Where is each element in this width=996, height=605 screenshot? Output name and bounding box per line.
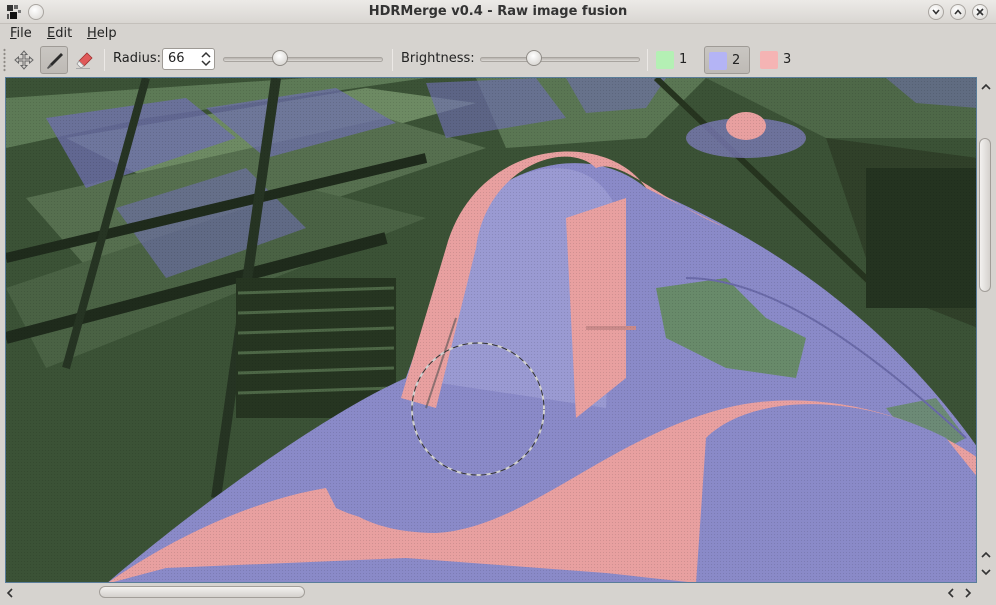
minimize-button[interactable] [928, 4, 944, 20]
close-icon [976, 8, 984, 16]
scroll-up-icon[interactable] [978, 79, 994, 95]
scroll-up-icon[interactable] [978, 547, 994, 563]
slider-groove [223, 57, 383, 62]
toolbar-separator [392, 49, 393, 71]
horizontal-scroll-thumb[interactable] [99, 586, 305, 598]
scrollbar-corner [977, 584, 996, 605]
menu-help[interactable]: Help [87, 26, 117, 41]
image-viewport[interactable] [5, 77, 977, 583]
layer-3-button[interactable]: 3 [756, 46, 798, 74]
scroll-left-icon[interactable] [943, 585, 959, 601]
slider-knob[interactable] [526, 50, 542, 66]
menu-edit[interactable]: Edit [47, 26, 72, 41]
vertical-scrollbar[interactable] [977, 77, 995, 583]
maximize-button[interactable] [950, 4, 966, 20]
eraser-icon [76, 52, 93, 69]
chevron-up-icon [954, 9, 962, 15]
spin-arrows-icon[interactable] [200, 50, 212, 68]
toolbar-separator [647, 49, 648, 71]
close-button[interactable] [972, 4, 988, 20]
menu-bar: File Edit Help [0, 24, 996, 44]
radius-spinbox[interactable]: 66 [162, 48, 215, 70]
toolbar: Radius: 66 Brightness: 1 2 3 [0, 44, 996, 75]
layer-1-swatch [656, 51, 674, 69]
vertical-scroll-thumb[interactable] [979, 138, 991, 292]
window-title: HDRMerge v0.4 - Raw image fusion [368, 4, 628, 19]
chevron-down-icon [932, 9, 940, 15]
brightness-label: Brightness: [401, 51, 475, 66]
brush-tool-button[interactable] [40, 46, 68, 74]
horizontal-scrollbar[interactable] [0, 584, 977, 602]
move-tool-button[interactable] [10, 46, 38, 74]
radius-label: Radius: [113, 51, 161, 66]
layer-2-swatch [709, 52, 727, 70]
layer-1-button[interactable]: 1 [652, 46, 694, 74]
brush-icon [47, 53, 63, 69]
menu-file[interactable]: File [10, 26, 32, 41]
scroll-down-icon[interactable] [978, 564, 994, 580]
slider-knob[interactable] [272, 50, 288, 66]
title-bar: HDRMerge v0.4 - Raw image fusion [0, 0, 996, 24]
hdr-preview-image[interactable] [6, 78, 977, 583]
layer-3-swatch [760, 51, 778, 69]
radius-value: 66 [168, 51, 185, 66]
radius-slider[interactable] [223, 50, 383, 68]
slider-groove [480, 57, 640, 62]
eraser-tool-button[interactable] [70, 46, 98, 74]
layer-1-label: 1 [679, 52, 688, 67]
layer-2-button[interactable]: 2 [704, 46, 750, 74]
layer-2-label: 2 [732, 53, 741, 68]
brightness-slider[interactable] [480, 50, 640, 68]
toolbar-separator [104, 49, 105, 71]
toolbar-handle[interactable] [3, 48, 6, 72]
layer-3-label: 3 [783, 52, 792, 67]
scroll-left-icon[interactable] [2, 585, 18, 601]
scroll-right-icon[interactable] [960, 585, 976, 601]
move-icon [14, 50, 34, 70]
